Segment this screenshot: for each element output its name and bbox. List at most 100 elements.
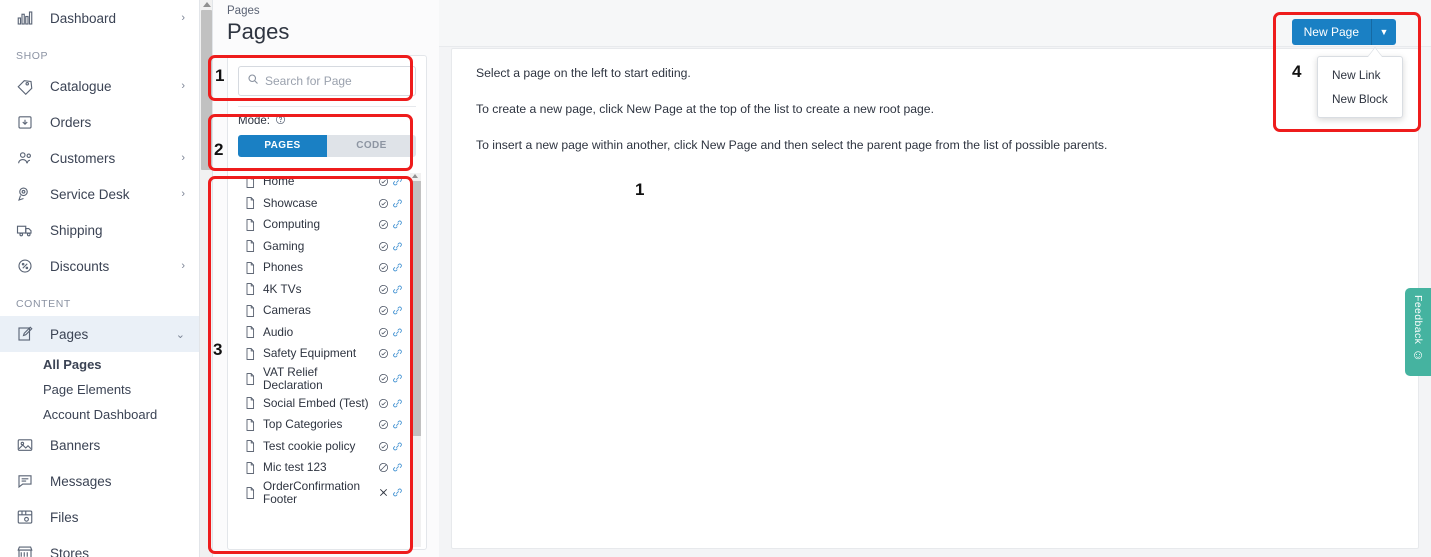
link-icon[interactable] xyxy=(390,305,404,316)
scroll-up-arrow-icon[interactable] xyxy=(412,174,418,178)
sidebar-item-label: Stores xyxy=(50,545,90,557)
published-icon[interactable] xyxy=(376,262,390,273)
list-item[interactable]: Computing xyxy=(228,214,426,236)
scrollbar-thumb[interactable] xyxy=(201,10,212,170)
link-icon[interactable] xyxy=(390,348,404,359)
chevron-down-icon: ⌄ xyxy=(175,328,185,341)
annotation-number-3: 3 xyxy=(213,340,223,359)
published-icon[interactable] xyxy=(376,176,390,187)
menu-item-new-link[interactable]: New Link xyxy=(1318,63,1402,87)
sidebar-item-service-desk[interactable]: Service Desk › xyxy=(0,176,199,212)
help-circle-icon[interactable] xyxy=(275,114,286,128)
list-item[interactable]: Gaming xyxy=(228,236,426,258)
page-name: Social Embed (Test) xyxy=(263,395,369,410)
menu-item-new-block[interactable]: New Block xyxy=(1318,87,1402,111)
search-box[interactable] xyxy=(238,66,416,96)
link-icon[interactable] xyxy=(390,219,404,230)
sidebar-item-account-dashboard[interactable]: Account Dashboard xyxy=(0,402,199,427)
list-item[interactable]: VAT Relief Declaration xyxy=(228,365,426,393)
instruction-line-2: To create a new page, click New Page at … xyxy=(476,102,934,116)
link-icon[interactable] xyxy=(390,284,404,295)
chevron-right-icon: › xyxy=(181,80,185,92)
published-icon[interactable] xyxy=(376,373,390,384)
document-icon xyxy=(245,347,259,360)
list-item[interactable]: Safety Equipment xyxy=(228,343,426,365)
published-icon[interactable] xyxy=(376,241,390,252)
sidebar-item-files[interactable]: Files xyxy=(0,499,199,535)
sidebar-item-stores[interactable]: Stores xyxy=(0,535,199,557)
page-scrollbar[interactable] xyxy=(200,0,213,557)
link-icon[interactable] xyxy=(390,398,404,409)
link-icon[interactable] xyxy=(390,327,404,338)
link-icon[interactable] xyxy=(390,198,404,209)
breadcrumb: Pages xyxy=(227,5,260,17)
page-name: OrderConfirmation Footer xyxy=(263,478,361,506)
sidebar-item-orders[interactable]: Orders xyxy=(0,104,199,140)
list-item[interactable]: Cameras xyxy=(228,300,426,322)
new-page-button[interactable]: New Page xyxy=(1291,19,1372,45)
list-item[interactable]: Home xyxy=(228,171,426,193)
list-item[interactable]: 4K TVs xyxy=(228,279,426,301)
sidebar-item-banners[interactable]: Banners xyxy=(0,427,199,463)
mode-option-pages[interactable]: PAGES xyxy=(238,135,327,157)
page-name: Safety Equipment xyxy=(263,346,357,361)
list-item[interactable]: OrderConfirmation Footer xyxy=(228,479,426,507)
sidebar-item-label: Orders xyxy=(50,114,92,130)
mode-toggle[interactable]: PAGES CODE xyxy=(238,135,416,157)
link-icon[interactable] xyxy=(390,419,404,430)
document-icon xyxy=(245,397,259,410)
published-icon[interactable] xyxy=(376,398,390,409)
sidebar-item-page-elements[interactable]: Page Elements xyxy=(0,377,199,402)
published-icon[interactable] xyxy=(376,219,390,230)
list-item[interactable]: Showcase xyxy=(228,193,426,215)
sidebar-item-messages[interactable]: Messages xyxy=(0,463,199,499)
page-title: Pages xyxy=(227,19,290,44)
document-icon xyxy=(245,486,259,499)
sidebar-item-customers[interactable]: Customers › xyxy=(0,140,199,176)
link-icon[interactable] xyxy=(390,441,404,452)
instruction-line-1: Select a page on the left to start editi… xyxy=(476,66,691,80)
sidebar-item-shipping[interactable]: Shipping xyxy=(0,212,199,248)
mode-option-code[interactable]: CODE xyxy=(327,135,416,157)
list-item[interactable]: Test cookie policy xyxy=(228,436,426,458)
link-icon[interactable] xyxy=(390,373,404,384)
published-icon[interactable] xyxy=(376,284,390,295)
published-icon[interactable] xyxy=(376,348,390,359)
fragment-icon[interactable] xyxy=(376,487,390,498)
list-item[interactable]: Top Categories xyxy=(228,414,426,436)
page-list-scrollbar[interactable] xyxy=(410,173,421,547)
link-icon[interactable] xyxy=(390,241,404,252)
published-icon[interactable] xyxy=(376,441,390,452)
published-icon[interactable] xyxy=(376,419,390,430)
published-icon[interactable] xyxy=(376,305,390,316)
sidebar-item-all-pages[interactable]: All Pages xyxy=(0,352,199,377)
sidebar-item-label: Discounts xyxy=(50,258,110,274)
published-icon[interactable] xyxy=(376,198,390,209)
list-item[interactable]: Mic test 123 xyxy=(228,457,426,479)
mode-row: Mode: xyxy=(228,107,426,128)
scroll-up-arrow-icon[interactable] xyxy=(203,2,211,7)
smiley-icon: ☺ xyxy=(1411,347,1425,363)
list-item[interactable]: Social Embed (Test) xyxy=(228,393,426,415)
feedback-tab[interactable]: Feedback ☺ xyxy=(1405,288,1431,376)
new-page-dropdown-menu[interactable]: New Link New Block xyxy=(1317,56,1403,118)
chevron-down-icon[interactable]: ▼ xyxy=(1372,19,1396,45)
sidebar-item-catalogue[interactable]: Catalogue › xyxy=(0,68,199,104)
list-item[interactable]: Phones xyxy=(228,257,426,279)
link-icon[interactable] xyxy=(390,487,404,498)
link-icon[interactable] xyxy=(390,462,404,473)
published-icon[interactable] xyxy=(376,327,390,338)
new-page-button-group[interactable]: New Page ▼ xyxy=(1291,19,1396,45)
sidebar-item-pages[interactable]: Pages ⌄ xyxy=(0,316,199,352)
sidebar-item-dashboard[interactable]: Dashboard › xyxy=(0,0,199,36)
link-icon[interactable] xyxy=(390,176,404,187)
search-input[interactable] xyxy=(259,74,407,88)
hidden-icon[interactable] xyxy=(376,462,390,473)
link-icon[interactable] xyxy=(390,262,404,273)
sidebar-item-discounts[interactable]: Discounts › xyxy=(0,248,199,284)
chevron-right-icon: › xyxy=(181,12,185,24)
document-icon xyxy=(245,418,259,431)
scrollbar-thumb[interactable] xyxy=(410,181,421,436)
list-item[interactable]: Audio xyxy=(228,322,426,344)
annotation-number-2: 2 xyxy=(214,140,224,159)
